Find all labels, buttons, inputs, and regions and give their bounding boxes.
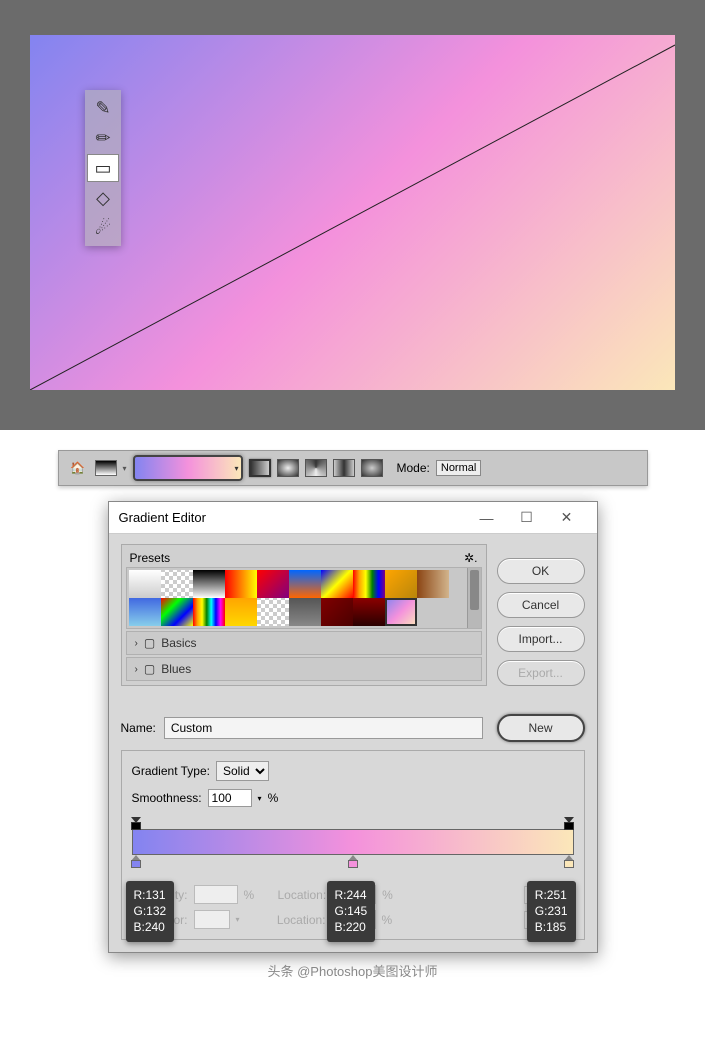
preset-swatch[interactable] — [225, 570, 257, 598]
folder-icon: ▢ — [144, 636, 155, 650]
location-label: Location: — [260, 888, 326, 902]
angle-gradient-button[interactable] — [305, 459, 327, 477]
close-icon[interactable]: ✕ — [547, 509, 587, 526]
ok-button[interactable]: OK — [497, 558, 585, 584]
new-button[interactable]: New — [497, 714, 585, 742]
cancel-button[interactable]: Cancel — [497, 592, 585, 618]
preset-swatch[interactable] — [257, 570, 289, 598]
gradient-editor-window: Gradient Editor — ☐ ✕ Presets ✲. — [108, 501, 598, 953]
preset-swatch[interactable] — [257, 598, 289, 626]
preset-swatch[interactable] — [193, 570, 225, 598]
caret-down-icon: ▾ — [236, 915, 240, 924]
gradient-picker[interactable]: ▾ — [133, 455, 243, 481]
opacity-stop[interactable] — [564, 817, 574, 829]
color-stop[interactable] — [564, 855, 574, 867]
minimize-icon[interactable]: — — [467, 510, 507, 526]
blur-tool-icon[interactable]: ☄ — [87, 214, 119, 242]
gradient-type-label: Gradient Type: — [132, 764, 211, 778]
chevron-right-icon: › — [135, 638, 138, 649]
presets-panel: Presets ✲. — [121, 544, 487, 686]
presets-label: Presets — [130, 551, 171, 565]
gradient-tool-icon[interactable]: ▭ — [87, 154, 119, 182]
caret-down-icon: ▾ — [235, 464, 239, 473]
paint-bucket-tool-icon[interactable]: ◇ — [87, 184, 119, 212]
gear-icon[interactable]: ✲. — [464, 551, 477, 565]
folder-icon: ▢ — [144, 662, 155, 676]
window-title: Gradient Editor — [119, 510, 206, 525]
window-titlebar[interactable]: Gradient Editor — ☐ ✕ — [109, 502, 597, 534]
diamond-gradient-button[interactable] — [361, 459, 383, 477]
export-button: Export... — [497, 660, 585, 686]
radial-gradient-button[interactable] — [277, 459, 299, 477]
preset-folder-blues[interactable]: › ▢ Blues — [126, 657, 482, 681]
reflected-gradient-button[interactable] — [333, 459, 355, 477]
rgb-tooltip: R:251G:231B:185 — [527, 881, 576, 942]
preset-swatch[interactable] — [193, 598, 225, 626]
blend-mode-select[interactable]: Normal — [436, 460, 481, 476]
watermark-text: 头条 @Photoshop美图设计师 — [0, 961, 705, 988]
preset-swatch[interactable] — [353, 598, 385, 626]
color-stop[interactable] — [348, 855, 358, 867]
brush-tool-icon[interactable]: ✎ — [87, 94, 119, 122]
gradient-ramp[interactable] — [132, 817, 574, 867]
opacity-stop[interactable] — [131, 817, 141, 829]
preset-swatch[interactable] — [161, 570, 193, 598]
opacity-value-input — [194, 885, 238, 904]
caret-down-icon[interactable]: ▾ — [258, 794, 262, 803]
location-label: Location: — [246, 913, 326, 927]
canvas-workspace: + ✎ ✏ ▭ ◇ ☄ — [0, 0, 705, 430]
preset-swatch[interactable] — [129, 598, 161, 626]
drag-line: + — [30, 35, 675, 390]
preset-swatch[interactable] — [289, 598, 321, 626]
preset-swatch[interactable] — [353, 570, 385, 598]
preset-swatch[interactable] — [385, 570, 417, 598]
preset-swatch[interactable] — [417, 570, 449, 598]
smoothness-label: Smoothness: — [132, 791, 202, 805]
tool-flyout: ✎ ✏ ▭ ◇ ☄ — [85, 90, 121, 246]
gradient-type-select[interactable]: Solid — [216, 761, 269, 781]
preset-swatch[interactable] — [289, 570, 321, 598]
gradient-name-input[interactable] — [164, 717, 483, 739]
smoothness-input[interactable] — [208, 789, 252, 807]
preset-scrollbar[interactable] — [467, 568, 481, 628]
gradient-settings: Gradient Type: Solid Smoothness: ▾ % R:1… — [121, 750, 585, 940]
import-button[interactable]: Import... — [497, 626, 585, 652]
rgb-tooltip: R:131G:132B:240 — [126, 881, 175, 942]
preset-swatch[interactable] — [161, 598, 193, 626]
color-stop[interactable] — [131, 855, 141, 867]
color-swatch-input — [194, 910, 230, 929]
preset-swatch[interactable] — [129, 570, 161, 598]
preset-folder-basics[interactable]: › ▢ Basics — [126, 631, 482, 655]
maximize-icon[interactable]: ☐ — [507, 509, 547, 526]
options-bar: 🏠 ▾ ▾ Mode: Normal — [58, 450, 648, 486]
preset-swatch[interactable] — [385, 598, 417, 626]
foreground-swatch[interactable] — [95, 460, 117, 476]
gradient-canvas[interactable]: + ✎ ✏ ▭ ◇ ☄ — [30, 35, 675, 390]
home-icon[interactable]: 🏠 — [67, 457, 89, 479]
chevron-right-icon: › — [135, 664, 138, 675]
smudge-tool-icon[interactable]: ✏ — [87, 124, 119, 152]
mode-label: Mode: — [397, 461, 430, 475]
swatch-caret-icon[interactable]: ▾ — [123, 464, 127, 473]
preset-swatch[interactable] — [321, 570, 353, 598]
name-label: Name: — [121, 721, 156, 735]
preset-swatch[interactable] — [225, 598, 257, 626]
rgb-tooltip: R:244G:145B:220 — [327, 881, 376, 942]
preset-swatch[interactable] — [321, 598, 353, 626]
preset-grid — [126, 567, 482, 629]
linear-gradient-button[interactable] — [249, 459, 271, 477]
